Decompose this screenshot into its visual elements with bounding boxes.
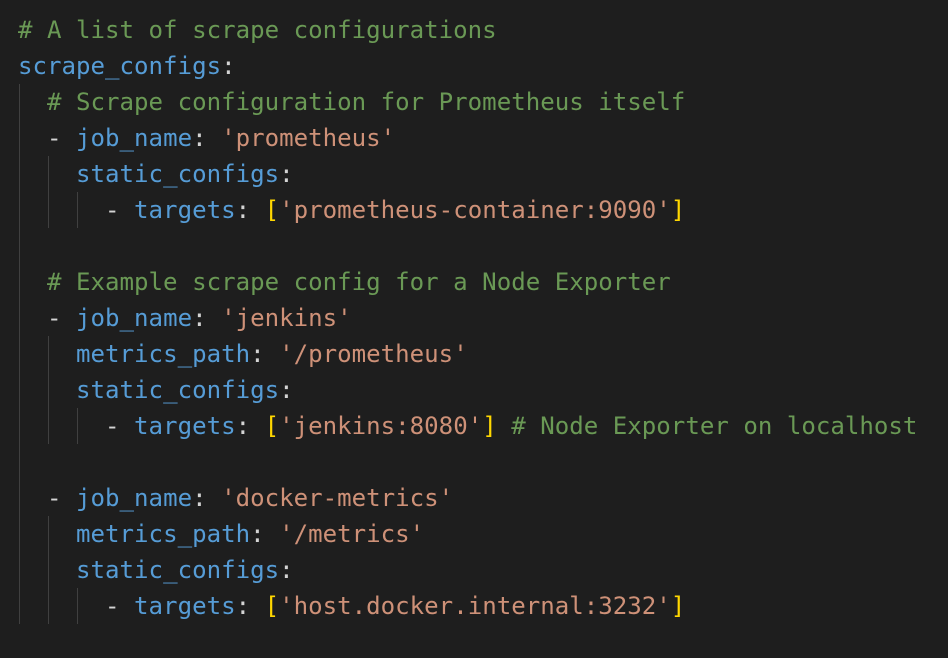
string-value: 'prometheus-container:9090'	[279, 196, 671, 224]
string-value: 'host.docker.internal:3232'	[279, 592, 671, 620]
bracket: [	[264, 592, 280, 620]
code-punctuation	[18, 160, 76, 188]
bracket: ]	[482, 412, 497, 440]
code-punctuation: :	[192, 484, 222, 512]
code-line: - job_name: 'docker-metrics'	[18, 480, 453, 516]
code-punctuation: :	[235, 412, 265, 440]
code-punctuation	[18, 88, 47, 116]
code-line: static_configs:	[18, 156, 294, 192]
code-punctuation: :	[192, 124, 222, 152]
code-line: scrape_configs:	[18, 48, 236, 84]
code-punctuation	[18, 520, 76, 548]
code-line: static_configs:	[18, 552, 294, 588]
yaml-key: job_name	[76, 484, 193, 512]
code-punctuation: -	[18, 484, 77, 512]
code-comment: # Example scrape config for a Node Expor…	[47, 268, 671, 296]
string-value: 'docker-metrics'	[221, 484, 454, 512]
yaml-key: static_configs	[76, 160, 280, 188]
code-punctuation: -	[18, 412, 135, 440]
code-punctuation: :	[235, 592, 265, 620]
code-punctuation: :	[235, 196, 265, 224]
code-punctuation	[18, 340, 76, 368]
yaml-key: targets	[134, 196, 236, 224]
code-punctuation: -	[18, 124, 77, 152]
string-value: '/prometheus'	[279, 340, 468, 368]
bracket: [	[264, 196, 280, 224]
code-line: - job_name: 'jenkins'	[18, 300, 352, 336]
yaml-key: job_name	[76, 124, 193, 152]
code-punctuation	[18, 556, 76, 584]
code-comment: # A list of scrape configurations	[18, 16, 497, 44]
bracket: ]	[670, 592, 686, 620]
code-editor[interactable]: # A list of scrape configurations scrape_…	[0, 0, 948, 658]
bracket: [	[264, 412, 280, 440]
code-line: # A list of scrape configurations	[18, 12, 497, 48]
code-punctuation	[18, 268, 47, 296]
code-comment: # Scrape configuration for Prometheus it…	[47, 88, 686, 116]
yaml-key: metrics_path	[76, 520, 251, 548]
code-line: static_configs:	[18, 372, 294, 408]
code-line: - job_name: 'prometheus'	[18, 120, 395, 156]
string-value: '/metrics'	[279, 520, 425, 548]
code-line: metrics_path: '/metrics'	[18, 516, 424, 552]
yaml-key: targets	[134, 592, 236, 620]
code-line: metrics_path: '/prometheus'	[18, 336, 468, 372]
yaml-key: metrics_path	[76, 340, 251, 368]
code-punctuation: :	[279, 556, 294, 584]
code-punctuation: -	[18, 304, 77, 332]
yaml-key: scrape_configs	[18, 52, 222, 80]
string-value: 'jenkins:8080'	[279, 412, 483, 440]
code-line: - targets: ['jenkins:8080'] # Node Expor…	[18, 408, 917, 444]
code-punctuation: :	[250, 520, 280, 548]
string-value: 'prometheus'	[221, 124, 396, 152]
code-punctuation: :	[192, 304, 222, 332]
code-punctuation: :	[279, 376, 294, 404]
code-punctuation: :	[221, 52, 236, 80]
code-line: - targets: ['host.docker.internal:3232']	[18, 588, 685, 624]
code-line: # Scrape configuration for Prometheus it…	[18, 84, 685, 120]
code-comment: # Node Exporter on localhost	[511, 412, 918, 440]
code-punctuation: -	[18, 196, 135, 224]
code-punctuation: -	[18, 592, 135, 620]
code-line: # Example scrape config for a Node Expor…	[18, 264, 671, 300]
yaml-key: static_configs	[76, 556, 280, 584]
yaml-key: static_configs	[76, 376, 280, 404]
string-value: 'jenkins'	[221, 304, 352, 332]
yaml-key: job_name	[76, 304, 193, 332]
code-punctuation: :	[250, 340, 280, 368]
code-punctuation	[497, 412, 512, 440]
code-punctuation	[18, 376, 76, 404]
code-line: - targets: ['prometheus-container:9090']	[18, 192, 685, 228]
bracket: ]	[670, 196, 686, 224]
yaml-key: targets	[134, 412, 236, 440]
code-punctuation: :	[279, 160, 294, 188]
